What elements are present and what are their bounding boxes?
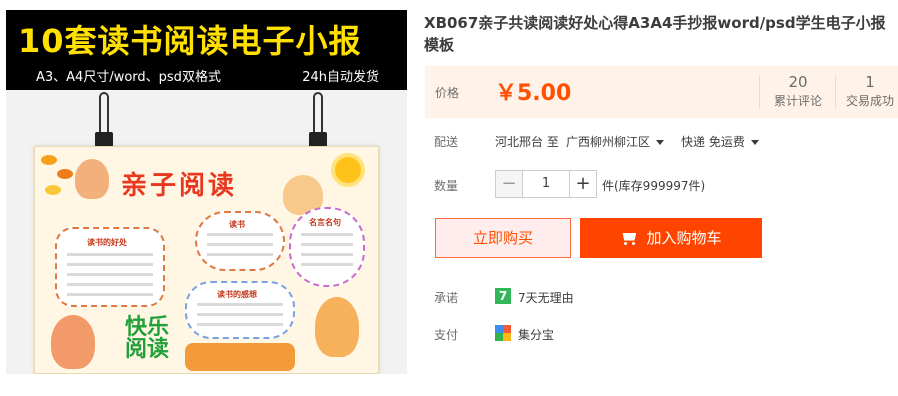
poster-box-reading: 读书	[195, 211, 285, 271]
banner-title: 10套读书阅读电子小报	[18, 22, 362, 60]
price-value: ￥5.00	[495, 81, 572, 106]
reading-child-figure	[75, 159, 109, 199]
shipping-label: 配送	[434, 135, 459, 149]
leaf-decoration	[45, 185, 61, 195]
poster-box-quotes: 名言名句	[289, 207, 365, 287]
poster-box-label: 读书	[229, 220, 245, 229]
reviews-label: 累计评论	[773, 94, 822, 108]
payment-text: 集分宝	[518, 328, 555, 342]
quantity-input[interactable]: 1	[523, 170, 569, 198]
poster-box-label: 读书的感想	[217, 290, 257, 299]
sales-label: 交易成功	[845, 94, 894, 108]
book-stack-figure	[185, 343, 295, 371]
buy-now-button[interactable]: 立即购买	[435, 218, 571, 258]
seven-day-icon: 7	[495, 288, 511, 304]
banner-delivery-text: 24h自动发货	[302, 70, 379, 85]
stock-text: 件(库存999997件)	[602, 179, 706, 193]
image-banner: 10套读书阅读电子小报 A3、A4尺寸/word、psd双格式 24h自动发货	[6, 10, 407, 90]
leaf-decoration	[41, 155, 57, 165]
shipping-from: 河北邢台 至	[495, 135, 559, 149]
product-title: XB067亲子共读阅读好处心得A3A4手抄报word/psd学生电子小报模板	[424, 14, 886, 54]
shipping-destination-text: 广西柳州柳江区	[566, 135, 651, 149]
product-detail-page: 10套读书阅读电子小报 A3、A4尺寸/word、psd双格式 24h自动发货 …	[0, 0, 898, 396]
shipping-method-text: 快递 免运费	[681, 135, 745, 149]
shipping-destination-select[interactable]: 广西柳州柳江区	[566, 133, 665, 150]
price-label: 价格	[435, 86, 460, 100]
add-to-cart-button[interactable]: 加入购物车	[580, 218, 762, 258]
caret-down-icon	[656, 140, 665, 145]
sales-count: 1	[865, 73, 875, 91]
sales-stat: 1 交易成功	[835, 72, 898, 110]
poster-box-thoughts: 读书的感想	[185, 281, 295, 339]
children-figure	[315, 297, 359, 357]
binder-clip-icon	[94, 92, 114, 152]
reviews-stat[interactable]: 20 累计评论	[763, 72, 833, 110]
poster-preview: 亲子阅读 读书的好处 读书 名言名句 读书的感想 快乐阅读	[34, 146, 379, 374]
promise-label: 承诺	[434, 291, 459, 305]
quantity-decrease-button[interactable]: −	[495, 170, 523, 198]
caret-down-icon	[750, 140, 759, 145]
banner-format-text: A3、A4尺寸/word、psd双格式	[36, 70, 221, 85]
poster-title: 亲子阅读	[121, 171, 238, 201]
shipping-method-select[interactable]: 快递 免运费	[681, 133, 759, 150]
add-to-cart-label: 加入购物车	[646, 229, 722, 247]
quantity-label: 数量	[434, 179, 459, 193]
jifenbao-icon	[495, 325, 511, 341]
quantity-increase-button[interactable]: +	[569, 170, 597, 198]
promise-text[interactable]: 7天无理由	[518, 289, 574, 306]
reviews-count: 20	[788, 73, 808, 91]
stat-divider	[759, 76, 760, 108]
binder-clip-icon	[308, 92, 328, 152]
price-panel: 价格 ￥5.00 20 累计评论 1 交易成功	[425, 66, 898, 118]
parent-figure	[51, 315, 95, 369]
poster-happy-reading-text: 快乐阅读	[125, 315, 170, 362]
leaf-decoration	[57, 169, 73, 179]
poster-box-label: 名言名句	[309, 218, 341, 227]
poster-box-benefits: 读书的好处	[55, 227, 165, 307]
product-main-image[interactable]: 10套读书阅读电子小报 A3、A4尺寸/word、psd双格式 24h自动发货 …	[6, 10, 407, 374]
payment-label: 支付	[434, 328, 459, 342]
sun-icon	[335, 157, 361, 183]
quantity-stepper: − 1 +	[495, 170, 597, 198]
cart-icon	[620, 232, 637, 245]
poster-box-label: 读书的好处	[87, 238, 127, 247]
